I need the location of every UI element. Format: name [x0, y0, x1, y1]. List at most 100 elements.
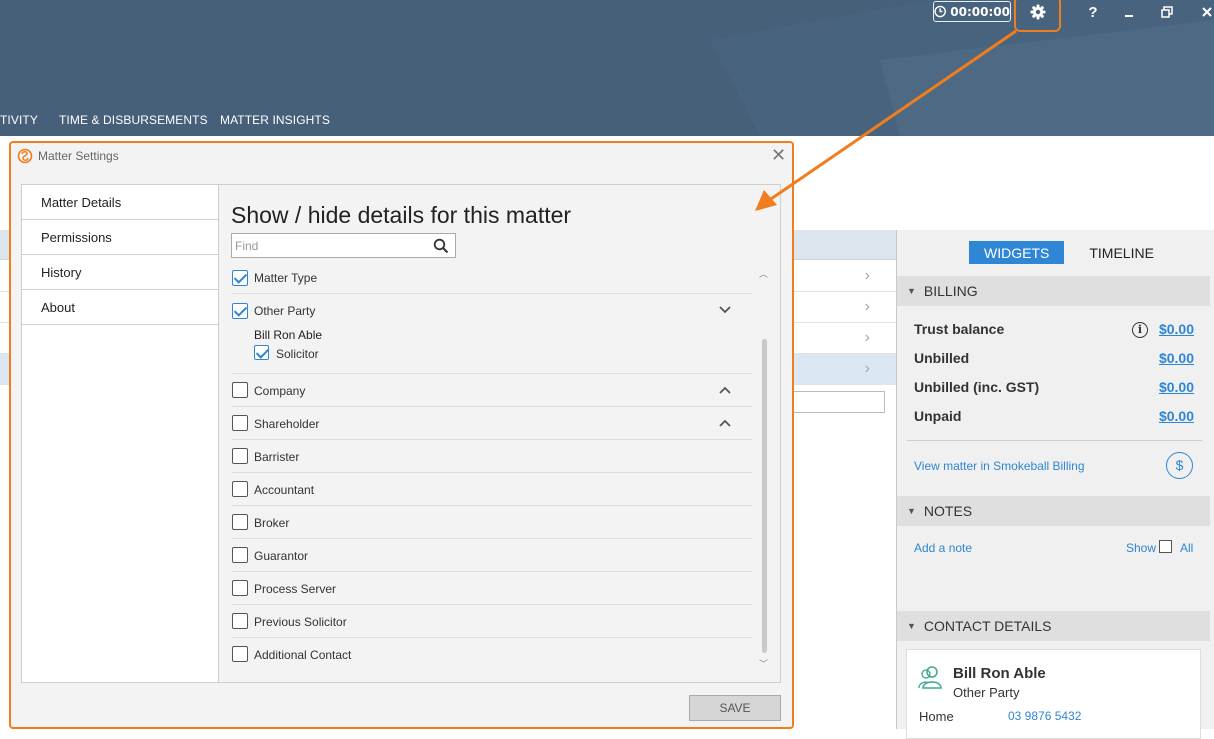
item-label: Matter Type — [254, 271, 318, 285]
additional-contact-checkbox[interactable] — [232, 646, 248, 662]
billing-amount[interactable]: $0.00 — [1159, 350, 1194, 366]
contact-name[interactable]: Bill Ron Able — [953, 665, 1046, 682]
divider — [907, 440, 1202, 441]
item-label: Company — [254, 384, 306, 398]
shareholder-checkbox[interactable] — [232, 415, 248, 431]
show-all-checkbox[interactable] — [1159, 540, 1172, 553]
contact-section-header[interactable]: ▼ CONTACT DETAILS — [897, 611, 1210, 641]
list-item: Barrister — [232, 440, 752, 473]
accountant-checkbox[interactable] — [232, 481, 248, 497]
nav-label: History — [41, 264, 82, 280]
nav-permissions[interactable]: Permissions — [22, 220, 218, 255]
scroll-up-icon[interactable]: ︿ — [759, 267, 768, 280]
gear-icon — [1030, 4, 1046, 20]
notes-section-header[interactable]: ▼ NOTES — [897, 496, 1210, 526]
nav-about[interactable]: About — [22, 290, 218, 325]
right-panel: WIDGETS TIMELINE ▼ BILLING Trust balance… — [896, 230, 1214, 739]
tab-widgets[interactable]: WIDGETS — [969, 241, 1065, 264]
barrister-checkbox[interactable] — [232, 448, 248, 464]
contact-card: Bill Ron Able Other Party Home 03 9876 5… — [906, 649, 1201, 739]
tab-timeline[interactable]: TIMELINE — [1074, 241, 1169, 264]
find-input[interactable]: Find — [231, 233, 456, 258]
info-icon[interactable]: i — [1132, 322, 1148, 338]
minimize-button[interactable] — [1118, 0, 1140, 24]
nav-history[interactable]: History — [22, 255, 218, 290]
collapse-triangle-icon: ▼ — [907, 506, 916, 516]
sub-party-name: Bill Ron Able — [254, 328, 323, 342]
chevron-down-icon[interactable] — [718, 305, 732, 315]
background-input[interactable] — [790, 391, 885, 413]
timer-button[interactable]: 00:00:00 — [933, 1, 1011, 22]
solicitor-checkbox[interactable] — [254, 345, 269, 360]
item-label: Previous Solicitor — [254, 615, 347, 629]
add-note-link[interactable]: Add a note — [914, 541, 972, 555]
billing-label: Trust balance — [914, 321, 1005, 337]
collapse-triangle-icon: ▼ — [907, 621, 916, 631]
contact-role: Other Party — [953, 685, 1020, 700]
billing-amount[interactable]: $0.00 — [1159, 321, 1194, 337]
billing-amount[interactable]: $0.00 — [1159, 408, 1194, 424]
help-button[interactable]: ? — [1082, 0, 1104, 24]
chevron-up-icon[interactable] — [718, 418, 732, 428]
item-label: Guarantor — [254, 549, 309, 563]
billing-label: Unbilled (inc. GST) — [914, 379, 1040, 395]
list-scrollbar[interactable]: ︿ ﹀ — [758, 267, 772, 671]
tab-matter-insights[interactable]: MATTER INSIGHTS — [220, 113, 330, 127]
previous-solicitor-checkbox[interactable] — [232, 613, 248, 629]
content-heading: Show / hide details for this matter — [231, 202, 572, 228]
chevron-up-icon[interactable] — [718, 385, 732, 395]
close-app-button[interactable] — [1196, 0, 1214, 24]
billing-section-header[interactable]: ▼ BILLING — [897, 276, 1210, 306]
item-label: Solicitor — [276, 347, 319, 361]
item-label: Accountant — [254, 483, 315, 497]
settings-button[interactable] — [1016, 0, 1060, 32]
list-item: Company — [232, 374, 752, 407]
phone-label: Home — [919, 709, 954, 724]
timer-value: 00:00:00 — [950, 4, 1010, 19]
search-icon[interactable] — [433, 238, 449, 254]
guarantor-checkbox[interactable] — [232, 547, 248, 563]
dialog-title: Matter Settings — [38, 149, 119, 163]
tab-activity[interactable]: TIVITY — [0, 113, 38, 127]
chevron-right-icon: › — [864, 329, 870, 346]
dialog-close-icon[interactable]: ✕ — [771, 145, 786, 166]
list-item: Process Server — [232, 572, 752, 605]
show-label: Show — [1126, 541, 1157, 555]
other-party-checkbox[interactable] — [232, 303, 248, 319]
restore-button[interactable] — [1156, 0, 1178, 24]
billing-row: Unpaid $0.00 — [914, 408, 1194, 424]
billing-row: Trust balance i $0.00 — [914, 321, 1194, 338]
list-item: Accountant — [232, 473, 752, 506]
dollar-icon[interactable]: $ — [1166, 452, 1193, 479]
nav-label: Permissions — [41, 229, 112, 245]
close-icon — [1202, 7, 1212, 17]
notes-title: NOTES — [923, 503, 973, 519]
matter-type-checkbox[interactable] — [232, 270, 248, 286]
scroll-down-icon[interactable]: ﹀ — [759, 657, 768, 670]
billing-amount[interactable]: $0.00 — [1159, 379, 1194, 395]
save-button[interactable]: SAVE — [689, 695, 781, 721]
item-label: Process Server — [254, 582, 337, 596]
clock-icon — [934, 5, 946, 18]
billing-title: BILLING — [923, 283, 978, 299]
item-label: Barrister — [254, 450, 300, 464]
nav-matter-details[interactable]: Matter Details — [22, 185, 218, 220]
broker-checkbox[interactable] — [232, 514, 248, 530]
chevron-right-icon: › — [864, 298, 870, 315]
phone-link[interactable]: 03 9876 5432 — [1008, 709, 1081, 723]
list-item: Broker — [232, 506, 752, 539]
settings-nav: Matter Details Permissions History About — [22, 185, 219, 682]
view-billing-link[interactable]: View matter in Smokeball Billing — [914, 459, 1085, 473]
contact-title: CONTACT DETAILS — [923, 618, 1052, 634]
find-placeholder: Find — [235, 239, 259, 253]
nav-label: About — [41, 299, 75, 315]
item-label: Other Party — [254, 304, 316, 318]
scroll-thumb[interactable] — [762, 339, 767, 653]
company-checkbox[interactable] — [232, 382, 248, 398]
app-header: 00:00:00 ? TIVITY TIME & DISBURSEMENTS M… — [0, 0, 1214, 136]
dialog-body: Matter Details Permissions History About… — [21, 184, 781, 683]
tab-time-disbursements[interactable]: TIME & DISBURSEMENTS — [59, 113, 208, 127]
contact-person-icon — [918, 666, 942, 689]
process-server-checkbox[interactable] — [232, 580, 248, 596]
panel-tabs: WIDGETS TIMELINE — [969, 241, 1169, 264]
